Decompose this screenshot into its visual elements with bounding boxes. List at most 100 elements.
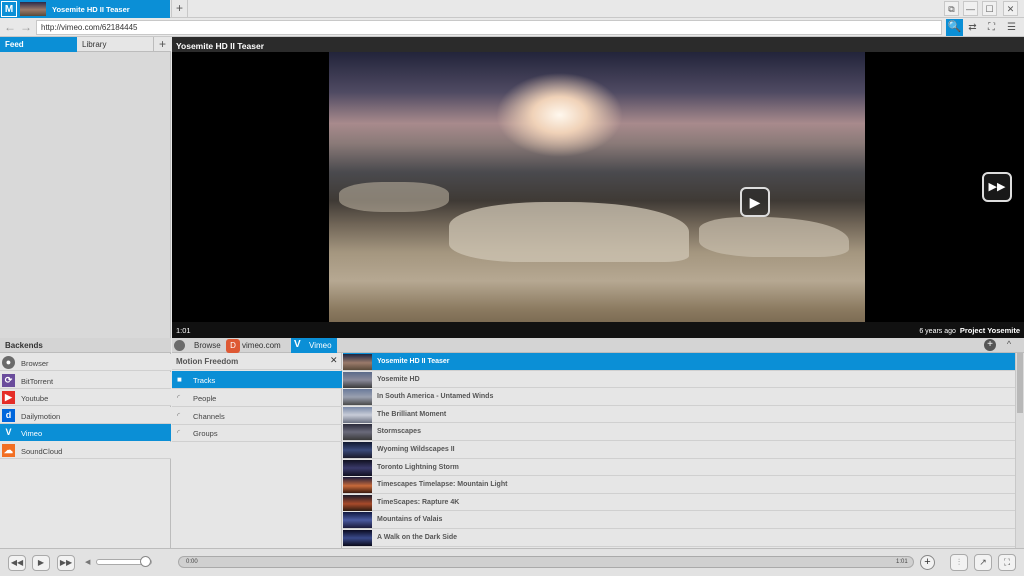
swap-icon[interactable]: ⇄ (964, 19, 981, 36)
scene-rock (339, 182, 449, 212)
app-window: M Yosemite HD II Teaser + ⧉ — ☐ ✕ ← → ht… (0, 0, 1024, 576)
url-input[interactable]: http://vimeo.com/62184445 (36, 20, 942, 35)
backend-item-dailymotion[interactable]: d Dailymotion (0, 406, 171, 424)
backend-item-youtube[interactable]: ▶ Youtube (0, 389, 171, 406)
video-player[interactable]: Yosemite HD II Teaser ▶ ▶▶ 1:01 6 years … (172, 37, 1024, 338)
track-row[interactable]: Mountains of Valais (343, 511, 1015, 529)
category-label: Tracks (193, 376, 216, 385)
globe-icon[interactable] (174, 340, 185, 351)
left-pane: Feed Library + (0, 37, 171, 338)
video-author[interactable]: Project Yosemite (960, 326, 1020, 335)
category-label: People (193, 393, 217, 403)
vimeo-icon: V (294, 339, 301, 350)
backend-item-bittorrent[interactable]: ⟳ BitTorrent (0, 371, 171, 389)
track-thumbnail (343, 477, 372, 494)
video-title-bar (172, 37, 1024, 52)
list-icon[interactable]: ☰ (1003, 19, 1020, 36)
close-button[interactable]: ✕ (1003, 1, 1018, 16)
forward-arrow-icon[interactable]: → (19, 20, 33, 34)
scrollbar-thumb[interactable] (1017, 353, 1023, 413)
track-title: Timescapes Timelapse: Mountain Light (377, 481, 508, 489)
add-to-playlist-icon[interactable]: + (920, 555, 935, 570)
track-title: In South America - Untamed Winds (377, 393, 494, 401)
track-row[interactable]: Yosemite HD (343, 371, 1015, 389)
youtube-icon: ▶ (2, 391, 15, 404)
track-thumbnail (343, 424, 372, 441)
tab-yosemite[interactable]: Yosemite HD II Teaser (18, 0, 170, 18)
track-row[interactable]: Yosemite HD II Teaser (343, 353, 1015, 371)
backend-item-soundcloud[interactable]: ☁ SoundCloud (0, 441, 171, 459)
video-camera-icon: ■ (177, 375, 182, 384)
rss-icon: ◜ (177, 392, 181, 402)
track-list-scrollbar[interactable] (1015, 353, 1024, 548)
browse-vimeo-tab[interactable]: V Vimeo (291, 338, 337, 353)
previous-icon[interactable]: ◀◀ (8, 555, 26, 571)
video-title: Yosemite HD II Teaser (176, 41, 265, 51)
track-row[interactable]: In South America - Untamed Winds (343, 388, 1015, 406)
add-tab-button[interactable]: + (154, 37, 171, 52)
play-button[interactable]: ▶ (32, 555, 50, 571)
video-frame[interactable]: ▶ (329, 52, 865, 338)
category-panel: Motion Freedom ✕ ■ Tracks ◜ People ◜ Channels… (172, 353, 342, 548)
video-age: 6 years ago (919, 328, 956, 335)
restore-window-button[interactable]: ⧉ (944, 1, 959, 16)
left-pane-tabs: Feed Library + (0, 37, 171, 52)
share-icon[interactable]: ↗ (974, 554, 992, 571)
track-title: Wyoming Wildscapes II (377, 446, 455, 453)
tab-label: Yosemite HD II Teaser (52, 5, 130, 14)
close-icon[interactable]: ✕ (330, 355, 338, 366)
tab-library[interactable]: Library (77, 37, 154, 52)
add-icon[interactable]: + (984, 339, 996, 351)
app-logo: M (0, 0, 18, 18)
back-arrow-icon[interactable]: ← (3, 20, 17, 34)
backend-item-browser[interactable]: ● Browser (0, 354, 171, 371)
category-tracks[interactable]: ■ Tracks (172, 371, 342, 389)
bittorrent-icon: ⟳ (2, 373, 15, 387)
track-row[interactable]: Toronto Lightning Storm (343, 459, 1015, 477)
backend-item-vimeo[interactable]: V Vimeo (0, 424, 171, 441)
category-groups[interactable]: ◜ Groups (172, 424, 342, 443)
track-row[interactable]: Stormscapes (343, 423, 1015, 441)
track-list: Yosemite HD II Teaser Yosemite HD In South… (343, 353, 1015, 548)
category-channels[interactable]: ◜ Channels (172, 407, 342, 425)
category-people[interactable]: ◜ People (172, 389, 342, 407)
volume-knob[interactable] (139, 556, 151, 567)
seek-bar[interactable] (178, 556, 914, 568)
backend-label: Youtube (21, 394, 49, 403)
tab-feed[interactable]: Feed (0, 37, 77, 52)
maximize-button[interactable]: ☐ (982, 1, 997, 16)
track-thumbnail (343, 459, 372, 476)
address-bar: ← → http://vimeo.com/62184445 🔍 ⇄ ⛶ ☰ (0, 18, 1024, 37)
browse-label[interactable]: Browse (194, 341, 221, 350)
new-tab-button[interactable]: + (171, 0, 188, 18)
backend-label: SoundCloud (21, 446, 63, 456)
category-header: Motion Freedom (172, 353, 342, 370)
browse-site-tab[interactable]: vimeo.com (242, 341, 281, 350)
next-video-icon[interactable]: ▶▶ (982, 172, 1012, 202)
track-row[interactable]: Wyoming Wildscapes II (343, 441, 1015, 459)
collapse-icon[interactable]: ^ (1002, 339, 1016, 352)
video-info-bar (172, 322, 1024, 338)
rss-icon: ◜ (177, 410, 181, 420)
backend-label: Browser (21, 359, 49, 368)
track-thumbnail (343, 354, 372, 370)
track-thumbnail (343, 371, 372, 388)
track-thumbnail (343, 494, 372, 511)
track-row[interactable]: TimeScapes: Rapture 4K (343, 494, 1015, 512)
minimize-button[interactable]: — (963, 1, 978, 16)
next-icon[interactable]: ▶▶ (57, 555, 75, 571)
play-icon[interactable]: ▶ (740, 187, 770, 217)
search-icon[interactable]: 🔍 (946, 19, 963, 36)
fullscreen-icon[interactable]: ⛶ (983, 19, 1000, 36)
equalizer-icon[interactable]: ⫶ (950, 554, 968, 571)
browse-vimeo-label: Vimeo (309, 341, 332, 350)
track-title: Stormscapes (377, 428, 421, 436)
duckduckgo-icon[interactable]: D (226, 339, 240, 353)
scene-rock (699, 217, 849, 257)
fullscreen-toggle-icon[interactable]: ⛶ (998, 554, 1016, 571)
video-meta: 6 years ago Project Yosemite (919, 326, 1020, 335)
track-row[interactable]: A Walk on the Dark Side (343, 529, 1015, 547)
track-row[interactable]: Timescapes Timelapse: Mountain Light (343, 476, 1015, 494)
backends-header: Backends (0, 338, 171, 353)
track-row[interactable]: The Brilliant Moment (343, 406, 1015, 424)
